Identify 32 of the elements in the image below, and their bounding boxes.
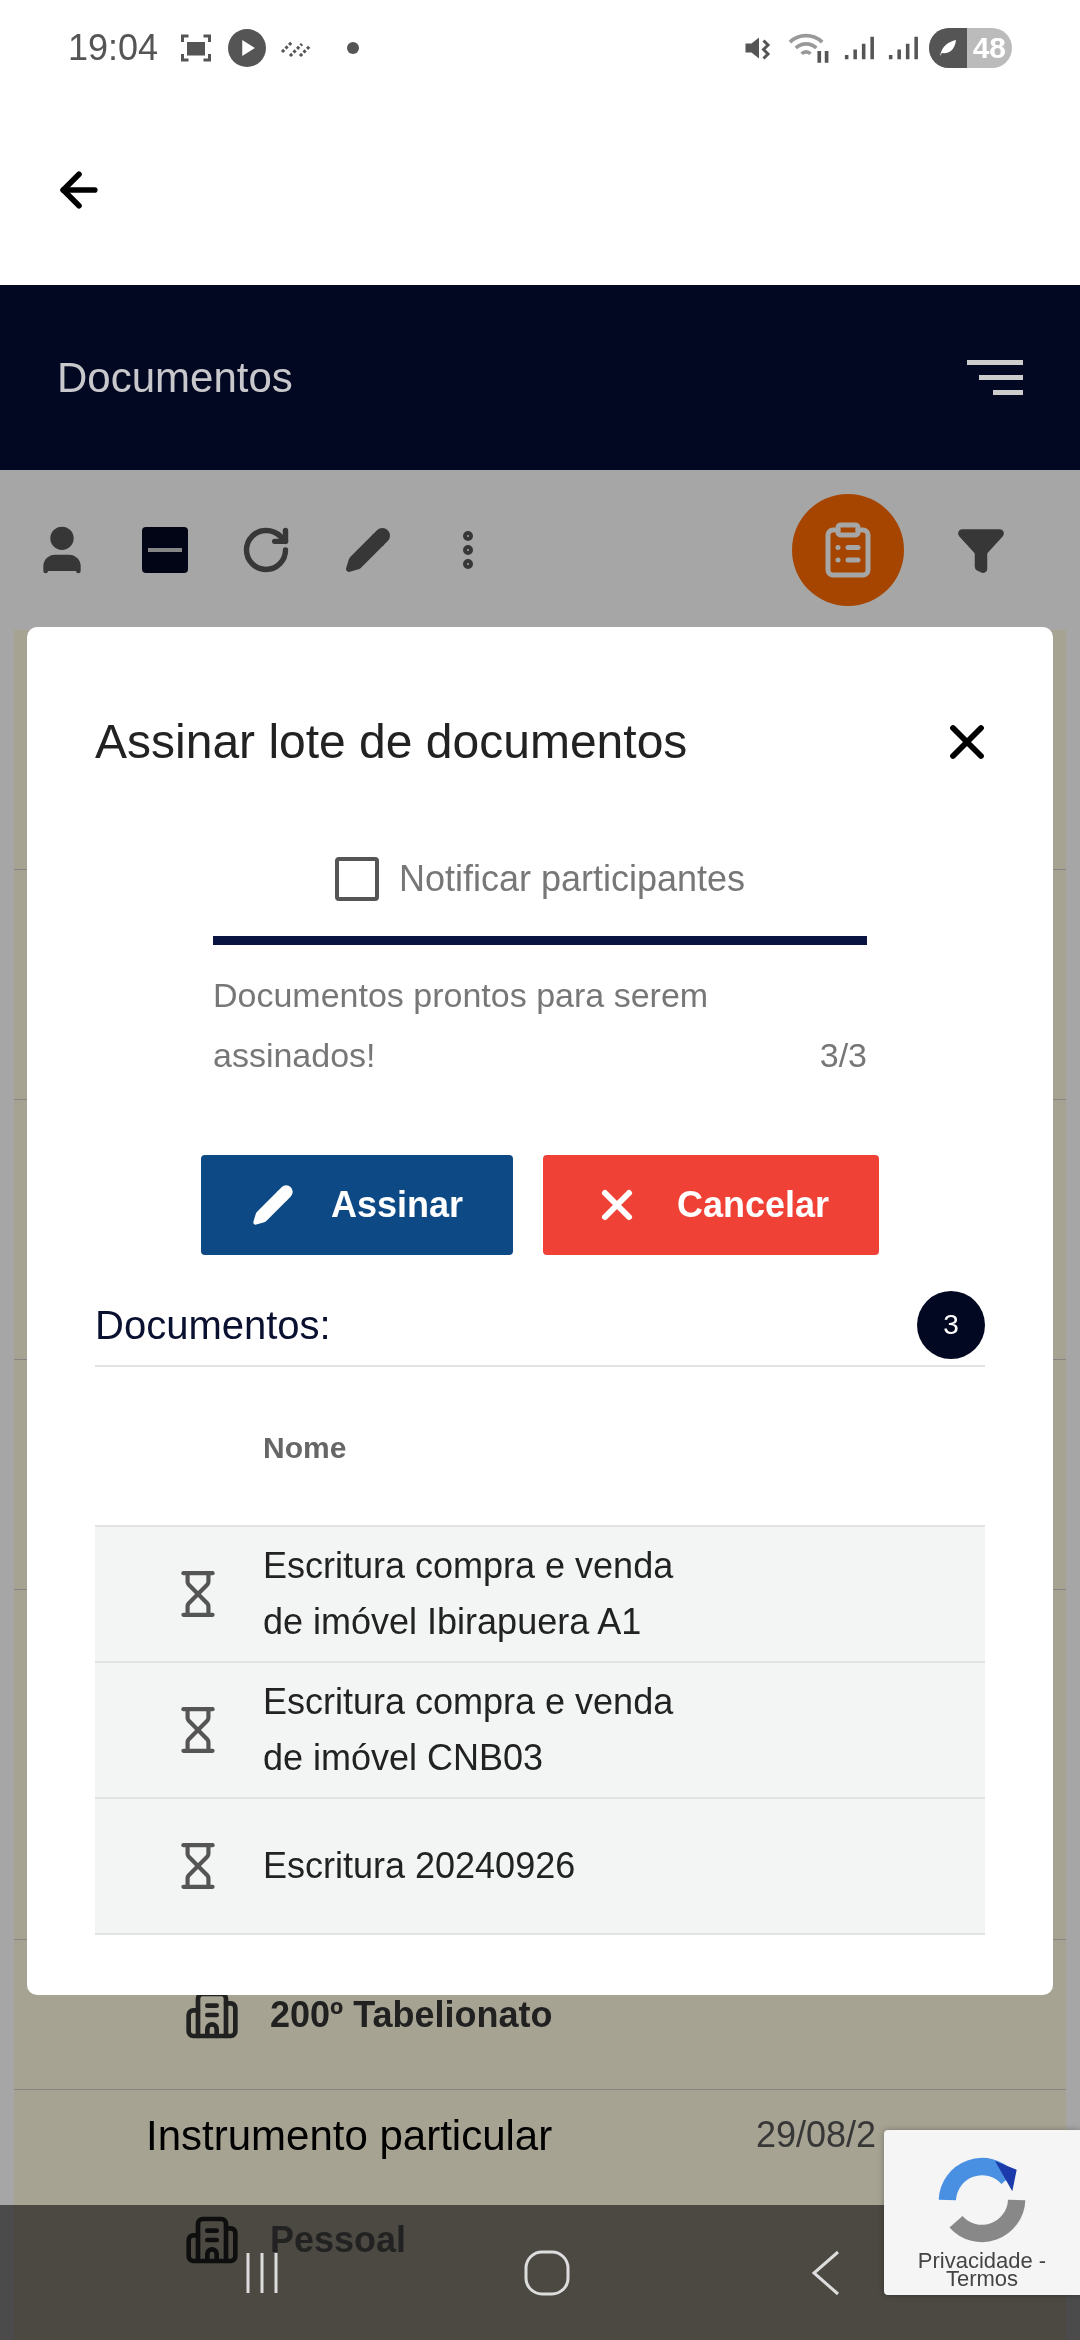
document-title: Instrumento particular [146,2110,553,2161]
notify-checkbox[interactable] [334,857,379,901]
column-header: Nome [263,1429,347,1466]
office-label: 200º Tabelionato [270,1992,553,2037]
recaptcha-link[interactable]: Termos [945,2270,1019,2288]
pencil-icon [250,1183,295,1227]
home-icon[interactable] [524,2249,570,2296]
status-time: 19:04 [68,25,159,70]
sign-button[interactable]: Assinar [201,1155,513,1255]
back-icon[interactable] [810,2249,840,2296]
count-badge: 3 [917,1291,985,1359]
document-row[interactable]: Escritura compra e venda de imóvel Ibirapuera A1 [95,1527,985,1663]
cancel-button[interactable]: Cancelar [543,1155,879,1255]
dot-icon [346,40,361,55]
progress-message: Documentos prontos para serem assinados! [213,975,710,1076]
document-name: Escritura 20240926 [263,1844,577,1888]
document-row[interactable]: Escritura compra e venda de imóvel CNB03 [95,1663,985,1799]
pencil-icon[interactable] [344,526,392,574]
select-all-checkbox[interactable] [142,527,188,573]
document-date: 29/08/2 [755,2113,876,2157]
checkbox-label: Notificar participantes [398,857,746,901]
document-name: Escritura compra e venda de imóvel CNB03 [263,1680,675,1780]
sort-button[interactable] [967,360,1023,395]
recaptcha-link[interactable]: Privacidade - [917,2252,1047,2270]
document-name: Escritura compra e venda de imóvel Ibirapuera A1 [263,1544,675,1644]
dialog-title: Assinar lote de documentos [95,714,688,770]
progress-count: 3/3 [819,1035,867,1076]
page-title: Documentos [57,353,293,403]
play-icon [228,28,267,67]
documents-heading: Documentos: [95,1302,331,1349]
battery-level: 48 [971,30,1007,66]
document-row[interactable]: Escritura 20240926 [95,1799,985,1935]
